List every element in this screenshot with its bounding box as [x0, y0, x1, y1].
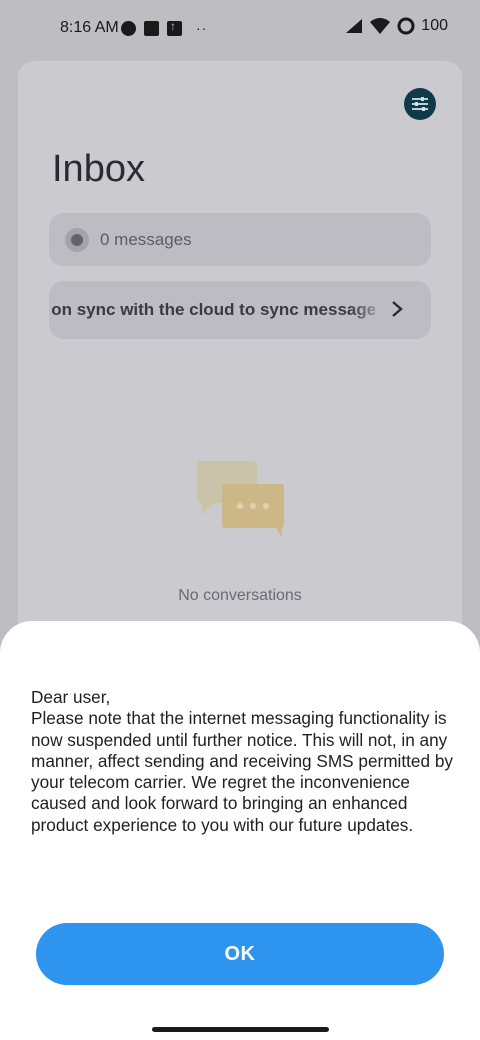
radio-icon — [65, 227, 89, 252]
wifi-icon — [370, 18, 391, 34]
chat-bubbles-icon — [197, 461, 284, 537]
more-dots-icon: ·· — [196, 20, 208, 36]
sync-banner-text: Turn on sync with the cloud to sync mess… — [49, 300, 375, 319]
status-time: 8:16 AM — [60, 19, 119, 36]
message-count-pill[interactable]: 0 messages — [49, 213, 431, 266]
status-bar: 8:16 AM ·· 100 — [0, 0, 480, 56]
sync-fade — [349, 281, 389, 339]
empty-state-text: No conversations — [178, 587, 302, 604]
data-saver-icon — [121, 20, 136, 36]
notification-icons: ·· — [121, 19, 207, 37]
square-notification-icon — [144, 20, 159, 36]
system-icons: 100 — [345, 17, 448, 35]
filter-button[interactable] — [404, 88, 436, 120]
sliders-icon — [412, 97, 428, 111]
page-title: Inbox — [52, 148, 145, 190]
dialog-greeting: Dear user, — [31, 687, 111, 707]
dialog-body: Please note that the internet messaging … — [31, 708, 453, 835]
signal-icon — [346, 19, 363, 33]
battery-level: 100 — [421, 17, 448, 34]
dialog-message: Dear user, Please note that the internet… — [31, 687, 461, 836]
chevron-right-icon — [390, 299, 404, 325]
ok-button[interactable]: OK — [36, 923, 444, 985]
upload-notification-icon — [167, 19, 182, 36]
battery-icon — [397, 17, 415, 35]
home-indicator[interactable] — [152, 1027, 329, 1032]
sync-banner[interactable]: Turn on sync with the cloud to sync mess… — [49, 281, 431, 339]
message-count: 0 messages — [100, 229, 192, 249]
